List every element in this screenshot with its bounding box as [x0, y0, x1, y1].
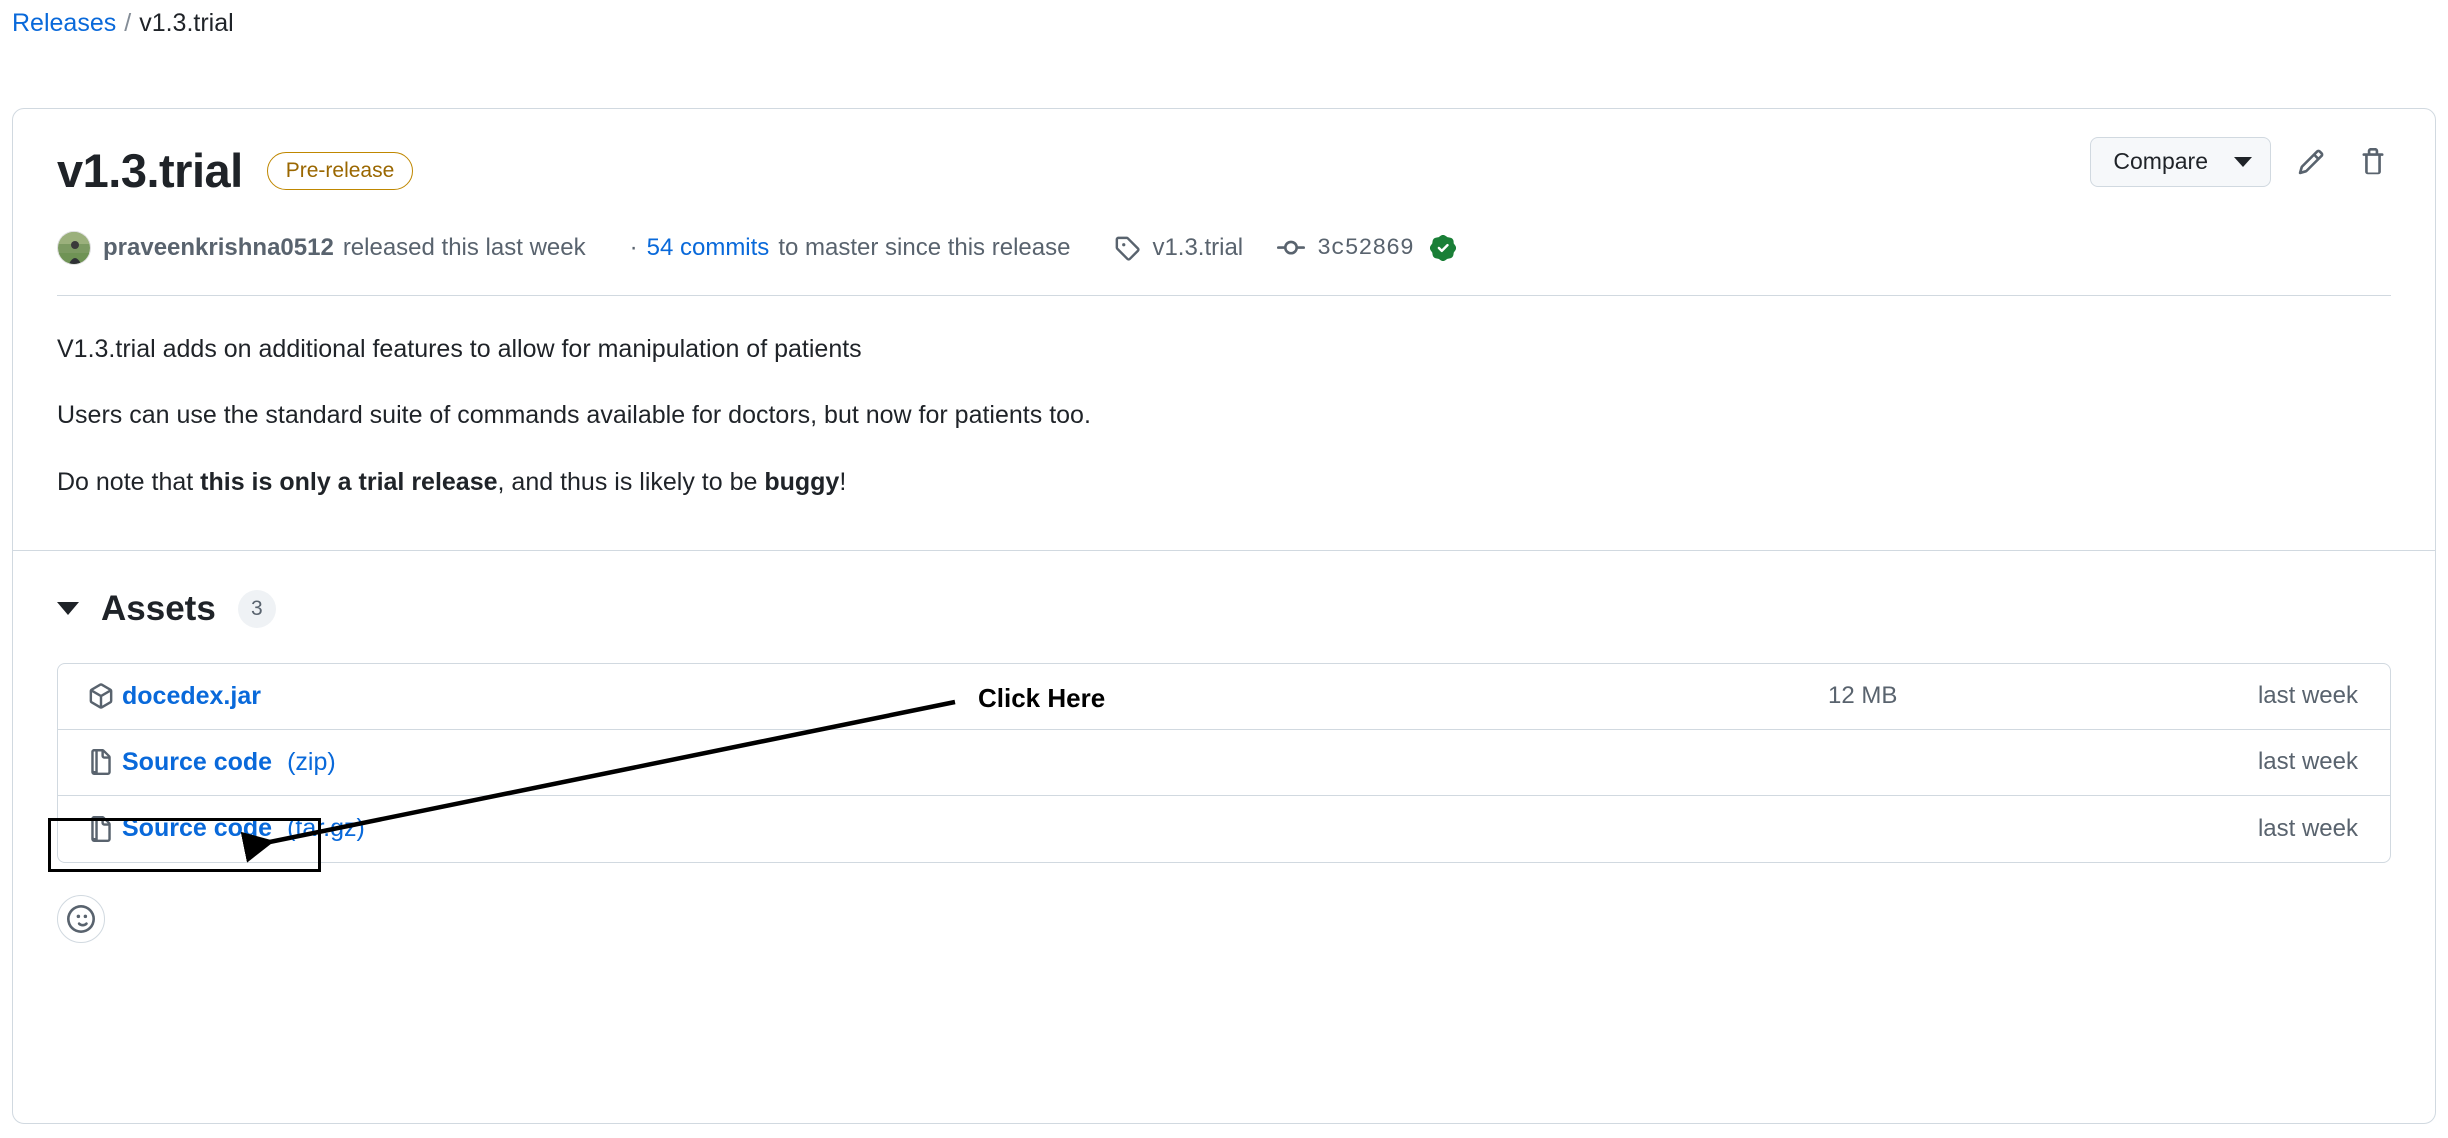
assets-title: Assets — [101, 588, 216, 628]
triangle-down-icon[interactable] — [57, 602, 79, 616]
smiley-icon — [67, 904, 95, 933]
chevron-down-icon — [2234, 156, 2252, 167]
file-zip-icon — [88, 749, 114, 776]
tag-icon — [1116, 236, 1141, 261]
breadcrumb: Releases / v1.3.trial — [12, 6, 234, 40]
table-row[interactable]: Source code (tar.gz) last week — [58, 796, 2390, 862]
release-header: Compare v1.3.trial Pre-release praveenkr… — [13, 109, 2435, 265]
commits-link[interactable]: 54 commits — [647, 234, 770, 262]
breadcrumb-separator: / — [124, 9, 132, 37]
paragraph3-bold-1: this is only a trial release — [200, 468, 498, 497]
asset-name-cell: docedex.jar — [88, 682, 1828, 711]
asset-link[interactable]: docedex.jar — [122, 682, 261, 711]
paragraph3-bold-2: buggy — [764, 468, 840, 497]
pencil-icon — [2298, 149, 2324, 175]
assets-table: docedex.jar 12 MB last week Source code … — [57, 662, 2391, 863]
release-title-row: v1.3.trial Pre-release — [57, 145, 2391, 197]
paragraph3-text-1: Do note that — [57, 468, 201, 497]
asset-format-suffix: (tar.gz) — [287, 814, 365, 843]
release-body-paragraph-2: Users can use the standard suite of comm… — [57, 401, 1091, 430]
add-reaction-button[interactable] — [57, 894, 105, 943]
asset-size: 12 MB — [1828, 682, 1898, 710]
release-body-paragraph-3: Do note that this is only a trial releas… — [57, 463, 2391, 502]
release-tag[interactable]: v1.3.trial — [1114, 234, 1243, 262]
git-commit-icon — [1277, 240, 1306, 255]
compare-button[interactable]: Compare — [2090, 137, 2271, 187]
release-body: V1.3.trial adds on additional features t… — [13, 296, 2435, 502]
assets-count-badge: 3 — [237, 589, 276, 628]
verified-badge-icon — [1429, 234, 1456, 261]
paragraph3-text-3: ! — [839, 468, 847, 497]
table-row[interactable]: Source code (zip) last week — [58, 730, 2390, 796]
tag-name-label: v1.3.trial — [1152, 233, 1244, 261]
compare-button-label: Compare — [2113, 148, 2208, 174]
asset-date: last week — [2257, 814, 2358, 842]
breadcrumb-current: v1.3.trial — [139, 9, 234, 37]
release-body-paragraph-1: V1.3.trial adds on additional features t… — [57, 334, 862, 363]
file-zip-icon — [88, 815, 114, 842]
page-title: v1.3.trial — [57, 144, 243, 197]
asset-link[interactable]: Source code — [122, 748, 272, 777]
release-commit[interactable]: 3c52869 — [1277, 234, 1456, 262]
asset-name-cell: Source code (tar.gz) — [88, 814, 1828, 843]
table-row[interactable]: docedex.jar 12 MB last week — [58, 664, 2390, 730]
delete-release-button[interactable] — [2351, 140, 2395, 184]
release-actions: Compare — [2090, 137, 2395, 187]
asset-name-cell: Source code (zip) — [88, 748, 1828, 777]
assets-divider — [13, 549, 2435, 551]
edit-release-button[interactable] — [2289, 140, 2333, 184]
release-card: Compare v1.3.trial Pre-release praveenkr… — [12, 108, 2436, 1124]
asset-date: last week — [2257, 748, 2358, 776]
assets-section: Assets 3 docedex.jar 12 MB last week Sou… — [13, 589, 2435, 863]
avatar-image — [58, 231, 90, 264]
prerelease-badge: Pre-release — [266, 151, 414, 190]
commits-suffix-text: to master since this release — [778, 233, 1071, 261]
paragraph3-text-2: , and thus is likely to be — [497, 468, 765, 497]
asset-link[interactable]: Source code — [122, 814, 272, 843]
release-published-text: released this last week — [342, 233, 586, 261]
avatar — [57, 230, 91, 265]
meta-dot-separator: · — [629, 233, 638, 261]
release-meta-row: praveenkrishna0512 released this last we… — [57, 230, 2391, 265]
package-icon — [88, 683, 114, 710]
assets-header: Assets 3 — [57, 589, 2391, 629]
asset-date: last week — [2257, 682, 2358, 710]
release-author-link[interactable]: praveenkrishna0512 — [103, 234, 334, 262]
breadcrumb-releases-link[interactable]: Releases — [12, 9, 116, 37]
asset-format-suffix: (zip) — [287, 747, 336, 776]
commit-sha-label: 3c52869 — [1317, 234, 1414, 261]
trash-icon — [2362, 148, 2384, 175]
